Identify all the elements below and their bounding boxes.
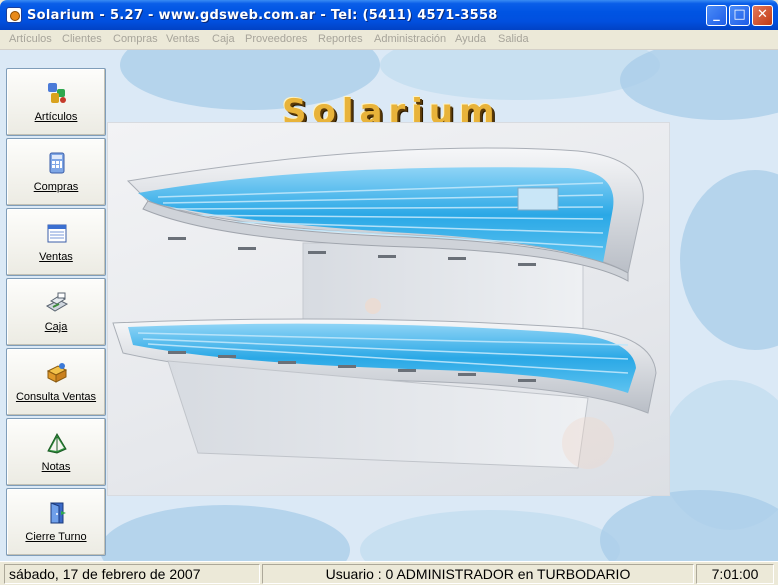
nav-button-caja[interactable]: Caja bbox=[6, 278, 106, 346]
background-wave bbox=[600, 490, 778, 561]
nav-label: Compras bbox=[33, 181, 79, 193]
menu-reportes[interactable]: Reportes bbox=[318, 33, 363, 45]
nav-label: Caja bbox=[44, 321, 68, 333]
nav-button-cierre-turno[interactable]: Cierre Turno bbox=[6, 488, 106, 556]
nav-button-notas[interactable]: Notas bbox=[6, 418, 106, 486]
tanning-bed-image bbox=[112, 147, 657, 469]
menu-articulos[interactable]: Artículos bbox=[9, 33, 52, 45]
cash-register-icon bbox=[45, 292, 69, 312]
status-time: 7:01:00 bbox=[696, 564, 774, 584]
minimize-button[interactable]: _ bbox=[706, 5, 727, 26]
menu-administracion[interactable]: Administración bbox=[374, 33, 446, 45]
close-button[interactable]: ✕ bbox=[752, 5, 773, 26]
nav-button-ventas[interactable]: Ventas bbox=[6, 208, 106, 276]
background-wave bbox=[100, 505, 350, 561]
background-wave bbox=[680, 170, 778, 350]
main-area: Artículos Compras Ventas Caja Consulta V… bbox=[0, 50, 778, 561]
nav-button-consulta-ventas[interactable]: Consulta Ventas bbox=[6, 348, 106, 416]
app-icon[interactable] bbox=[6, 7, 22, 23]
title-bar[interactable]: Solarium - 5.27 - www.gdsweb.com.ar - Te… bbox=[0, 0, 778, 30]
menu-proveedores[interactable]: Proveedores bbox=[245, 33, 307, 45]
sales-query-icon bbox=[46, 363, 68, 383]
articles-icon bbox=[48, 83, 66, 103]
background-wave bbox=[620, 50, 778, 120]
tanning-bed-photo bbox=[107, 122, 670, 496]
door-exit-icon bbox=[50, 502, 66, 524]
menu-caja[interactable]: Caja bbox=[212, 33, 235, 45]
notebook-icon bbox=[47, 432, 67, 454]
calendar-icon bbox=[47, 224, 67, 243]
nav-label: Consulta Ventas bbox=[15, 391, 97, 403]
menu-salida[interactable]: Salida bbox=[498, 33, 529, 45]
menu-compras[interactable]: Compras bbox=[113, 33, 158, 45]
status-user: Usuario : 0 ADMINISTRADOR en TURBODARIO bbox=[262, 564, 694, 584]
maximize-button[interactable]: □ bbox=[729, 5, 750, 26]
nav-label: Cierre Turno bbox=[25, 531, 87, 543]
nav-button-compras[interactable]: Compras bbox=[6, 138, 106, 206]
status-date: sábado, 17 de febrero de 2007 bbox=[4, 564, 260, 584]
nav-label: Artículos bbox=[34, 111, 78, 123]
nav-label: Notas bbox=[41, 461, 71, 473]
background-wave bbox=[360, 510, 620, 561]
menu-bar: Artículos Clientes Compras Ventas Caja P… bbox=[0, 30, 778, 50]
nav-label: Ventas bbox=[39, 251, 73, 263]
calculator-icon bbox=[49, 152, 65, 174]
menu-ayuda[interactable]: Ayuda bbox=[455, 33, 486, 45]
window-title: Solarium - 5.27 - www.gdsweb.com.ar - Te… bbox=[27, 8, 498, 23]
menu-clientes[interactable]: Clientes bbox=[62, 33, 102, 45]
menu-ventas[interactable]: Ventas bbox=[166, 33, 200, 45]
status-bar: sábado, 17 de febrero de 2007 Usuario : … bbox=[0, 561, 778, 585]
nav-button-articulos[interactable]: Artículos bbox=[6, 68, 106, 136]
